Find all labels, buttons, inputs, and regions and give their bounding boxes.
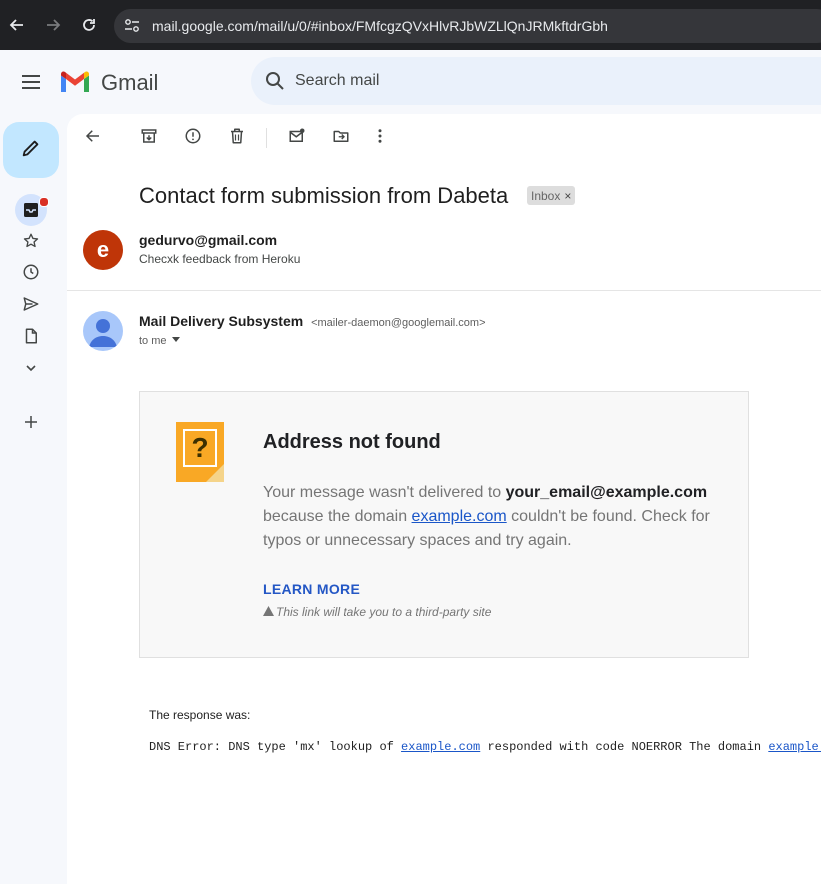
card-text-mid: because the domain [263, 508, 412, 525]
more-vert-icon [371, 127, 389, 150]
warning-triangle-icon [263, 605, 274, 619]
gmail-logo-icon[interactable] [59, 70, 91, 94]
mark-unread-icon [288, 127, 306, 150]
dns-error-text: DNS Error: DNS type 'mx' lookup of examp… [149, 740, 821, 754]
sidebar-item-drafts[interactable] [19, 326, 43, 350]
star-icon [22, 232, 40, 255]
compose-button[interactable] [3, 122, 59, 178]
sidebar-item-more[interactable] [19, 358, 43, 382]
dns-text-mid: responded with code NOERROR The domain [480, 740, 769, 754]
card-message: Your message wasn't delivered to your_em… [263, 481, 733, 553]
avatar[interactable] [83, 311, 123, 351]
chevron-down-icon [23, 360, 39, 381]
sidebar-item-starred[interactable] [19, 231, 43, 255]
reload-icon[interactable] [77, 13, 101, 37]
warning-note-icon: ? [176, 422, 226, 489]
toolbar-divider [266, 128, 267, 148]
report-spam-icon [184, 127, 202, 150]
mark-unread-button[interactable] [284, 125, 310, 151]
draft-file-icon [22, 327, 40, 350]
dns-domain-link-2[interactable]: example.com [768, 740, 821, 754]
person-icon [89, 319, 117, 347]
clock-icon [22, 263, 40, 286]
third-party-note: This link will take you to a third-party… [263, 605, 491, 619]
trash-icon [228, 127, 246, 150]
forward-arrow-icon[interactable] [41, 13, 65, 37]
recipient-text: to me [139, 334, 167, 347]
more-options-button[interactable] [367, 125, 393, 151]
sender-name[interactable]: Mail Delivery Subsystem [139, 313, 303, 329]
plus-icon [22, 413, 40, 436]
svg-text:?: ? [191, 432, 208, 463]
card-title: Address not found [263, 431, 441, 453]
report-spam-button[interactable] [180, 125, 206, 151]
main-menu-icon[interactable] [19, 70, 43, 94]
message-snippet[interactable]: Checxk feedback from Heroku [139, 252, 300, 266]
gmail-wordmark[interactable]: Gmail [101, 70, 158, 96]
learn-more-link[interactable]: LEARN MORE [263, 581, 360, 597]
avatar[interactable]: e [83, 230, 123, 270]
sidebar-item-sent[interactable] [19, 294, 43, 318]
dns-domain-link[interactable]: example.com [401, 740, 480, 754]
sender-line: Mail Delivery Subsystem <mailer-daemon@g… [139, 313, 486, 329]
search-icon[interactable] [263, 69, 287, 98]
arrow-left-icon [84, 127, 102, 150]
inbox-icon [22, 201, 40, 224]
sender-name[interactable]: gedurvo@gmail.com [139, 232, 277, 248]
archive-icon [140, 127, 158, 150]
response-label: The response was: [149, 708, 251, 722]
send-icon [22, 295, 40, 318]
archive-button[interactable] [136, 125, 162, 151]
pencil-icon [20, 137, 42, 164]
bounce-notice-card: ? Address not found Your message wasn't … [139, 391, 749, 658]
move-to-folder-icon [332, 127, 350, 150]
caret-down-icon[interactable] [171, 334, 181, 347]
back-to-inbox-button[interactable] [80, 125, 106, 151]
message-divider [67, 290, 821, 291]
sender-email: <mailer-daemon@googlemail.com> [311, 317, 486, 329]
unread-indicator-dot [39, 197, 49, 207]
recipient-address: your_email@example.com [505, 484, 708, 501]
browser-toolbar: mail.google.com/mail/u/0/#inbox/FMfcgzQV… [0, 0, 821, 50]
label-chip-text: Inbox [531, 188, 561, 203]
card-text-pre: Your message wasn't delivered to [263, 484, 506, 501]
remove-label-icon[interactable]: × [564, 189, 571, 203]
sidebar-item-snoozed[interactable] [19, 262, 43, 286]
search-input[interactable]: Search mail [251, 57, 821, 105]
site-settings-icon[interactable] [123, 17, 141, 40]
url-text: mail.google.com/mail/u/0/#inbox/FMfcgzQV… [152, 18, 608, 34]
delete-button[interactable] [224, 125, 250, 151]
dns-text-pre: DNS Error: DNS type 'mx' lookup of [149, 740, 402, 754]
back-arrow-icon[interactable] [5, 13, 29, 37]
inbox-label-chip[interactable]: Inbox × [527, 186, 576, 205]
email-subject: Contact form submission from Dabeta [139, 183, 509, 208]
third-party-text: This link will take you to a third-party… [276, 605, 492, 619]
create-label-button[interactable] [19, 412, 43, 436]
move-to-button[interactable] [328, 125, 354, 151]
search-placeholder: Search mail [295, 72, 380, 89]
address-bar[interactable]: mail.google.com/mail/u/0/#inbox/FMfcgzQV… [114, 9, 821, 43]
recipient-details[interactable]: to me [139, 334, 181, 347]
domain-link[interactable]: example.com [412, 508, 507, 525]
